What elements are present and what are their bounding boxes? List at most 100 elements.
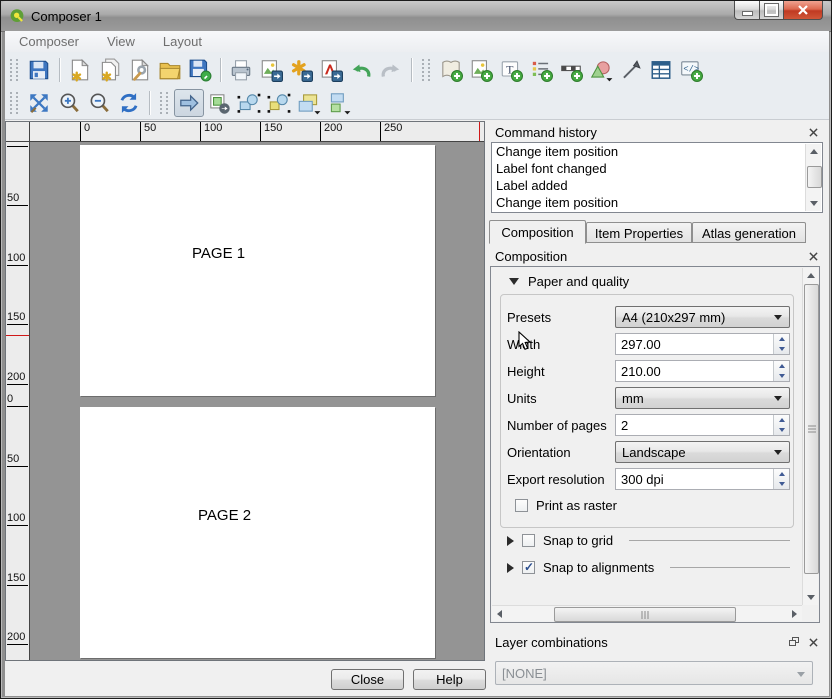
spin-up-icon[interactable] xyxy=(774,334,789,344)
toolbar-grip[interactable] xyxy=(422,59,430,81)
print-button[interactable] xyxy=(226,56,256,84)
zoom-in-button[interactable] xyxy=(54,89,84,117)
scroll-thumb[interactable] xyxy=(554,607,736,622)
page-2[interactable]: PAGE 2 xyxy=(80,407,435,658)
composition-panel-header[interactable]: Composition xyxy=(489,247,825,265)
add-new-label-button[interactable]: T xyxy=(496,56,526,84)
spin-up-icon[interactable] xyxy=(774,469,789,479)
add-new-legend-button[interactable] xyxy=(526,56,556,84)
redo-button[interactable] xyxy=(376,56,406,84)
layer-combinations-header[interactable]: Layer combinations xyxy=(489,633,825,651)
num-pages-spinbox[interactable]: 2 xyxy=(615,414,790,436)
menu-composer[interactable]: Composer xyxy=(5,34,93,49)
paper-quality-group-header[interactable]: Paper and quality xyxy=(501,274,637,289)
close-panel-icon[interactable] xyxy=(806,249,820,263)
select-move-item-button[interactable] xyxy=(174,89,204,117)
float-panel-icon[interactable] xyxy=(787,635,801,649)
spin-down-icon[interactable] xyxy=(774,479,789,489)
tab-atlas-generation[interactable]: Atlas generation xyxy=(692,222,806,243)
snap-to-alignments-checkbox[interactable] xyxy=(522,561,535,574)
close-panel-icon[interactable] xyxy=(806,635,820,649)
scroll-up-icon[interactable] xyxy=(806,144,821,159)
units-combo[interactable]: mm xyxy=(615,387,790,409)
tab-composition[interactable]: Composition xyxy=(489,220,586,244)
export-as-pdf-button[interactable] xyxy=(316,56,346,84)
add-html-frame-button[interactable]: </> xyxy=(676,56,706,84)
spin-up-icon[interactable] xyxy=(774,361,789,371)
scroll-down-icon[interactable] xyxy=(806,196,821,211)
zoom-full-button[interactable] xyxy=(24,89,54,117)
spin-buttons[interactable] xyxy=(773,415,789,435)
export-as-image-button[interactable] xyxy=(256,56,286,84)
save-as-template-button[interactable] xyxy=(185,56,215,84)
history-item[interactable]: Label font changed xyxy=(492,160,822,177)
spin-down-icon[interactable] xyxy=(774,371,789,381)
toolbar-grip[interactable] xyxy=(10,59,18,81)
menu-view[interactable]: View xyxy=(93,34,149,49)
command-history-list[interactable]: Change item position Label font changed … xyxy=(491,142,823,213)
scroll-up-icon[interactable] xyxy=(803,268,818,283)
undo-button[interactable] xyxy=(346,56,376,84)
spin-buttons[interactable] xyxy=(773,469,789,489)
minimize-button[interactable] xyxy=(734,1,759,20)
save-project-button[interactable] xyxy=(24,56,54,84)
ungroup-items-button[interactable] xyxy=(264,89,294,117)
load-from-template-button[interactable] xyxy=(155,56,185,84)
add-image-button[interactable] xyxy=(466,56,496,84)
expand-arrow-icon[interactable] xyxy=(507,536,514,546)
new-composition-button[interactable] xyxy=(65,56,95,84)
spin-buttons[interactable] xyxy=(773,361,789,381)
toolbar-grip[interactable] xyxy=(160,92,168,114)
spin-down-icon[interactable] xyxy=(774,425,789,435)
composition-manager-button[interactable] xyxy=(125,56,155,84)
raise-selected-items-button[interactable] xyxy=(294,89,324,117)
width-spinbox[interactable]: 297.00 xyxy=(615,333,790,355)
close-panel-icon[interactable] xyxy=(806,125,820,139)
scroll-thumb[interactable] xyxy=(804,284,819,574)
close-window-button[interactable] xyxy=(783,1,823,20)
add-attribute-table-button[interactable] xyxy=(646,56,676,84)
menu-layout[interactable]: Layout xyxy=(149,34,216,49)
page-1-label[interactable]: PAGE 1 xyxy=(192,245,245,262)
print-as-raster-checkbox[interactable] xyxy=(515,499,528,512)
add-basic-shape-button[interactable] xyxy=(586,56,616,84)
history-item[interactable]: Change item position xyxy=(492,194,822,211)
export-as-svg-button[interactable] xyxy=(286,56,316,84)
page-1[interactable]: PAGE 1 xyxy=(80,145,435,396)
scroll-right-icon[interactable] xyxy=(787,606,802,621)
composition-horizontal-scrollbar[interactable] xyxy=(492,605,802,621)
scroll-left-icon[interactable] xyxy=(492,606,507,621)
snap-to-grid-checkbox[interactable] xyxy=(522,534,535,547)
export-resolution-spinbox[interactable]: 300 dpi xyxy=(615,468,790,490)
toolbar-grip[interactable] xyxy=(10,92,18,114)
presets-combo[interactable]: A4 (210x297 mm) xyxy=(615,306,790,328)
history-item[interactable]: Label added xyxy=(492,177,822,194)
history-item[interactable]: Change item position xyxy=(492,143,822,160)
maximize-button[interactable] xyxy=(759,1,783,20)
close-composer-button[interactable]: Close xyxy=(331,669,404,690)
composition-canvas[interactable]: PAGE 1 PAGE 2 xyxy=(30,142,484,660)
page-2-label[interactable]: PAGE 2 xyxy=(198,507,251,524)
height-spinbox[interactable]: 210.00 xyxy=(615,360,790,382)
orientation-combo[interactable]: Landscape xyxy=(615,441,790,463)
command-history-header[interactable]: Command history xyxy=(489,123,825,141)
spin-buttons[interactable] xyxy=(773,334,789,354)
tab-item-properties[interactable]: Item Properties xyxy=(586,222,692,243)
move-item-content-button[interactable] xyxy=(204,89,234,117)
window-titlebar[interactable]: Composer 1 xyxy=(1,1,831,32)
layer-combinations-combo[interactable]: [NONE] xyxy=(495,661,813,685)
scroll-thumb[interactable] xyxy=(807,166,822,188)
spin-down-icon[interactable] xyxy=(774,344,789,354)
zoom-out-button[interactable] xyxy=(84,89,114,117)
refresh-view-button[interactable] xyxy=(114,89,144,117)
history-scrollbar[interactable] xyxy=(805,144,821,211)
scroll-down-icon[interactable] xyxy=(803,590,818,605)
align-selected-items-button[interactable] xyxy=(324,89,354,117)
add-arrow-button[interactable] xyxy=(616,56,646,84)
collapse-arrow-icon[interactable] xyxy=(509,278,519,285)
add-new-map-button[interactable] xyxy=(436,56,466,84)
expand-arrow-icon[interactable] xyxy=(507,563,514,573)
spin-up-icon[interactable] xyxy=(774,415,789,425)
help-button[interactable]: Help xyxy=(413,669,486,690)
duplicate-composition-button[interactable] xyxy=(95,56,125,84)
